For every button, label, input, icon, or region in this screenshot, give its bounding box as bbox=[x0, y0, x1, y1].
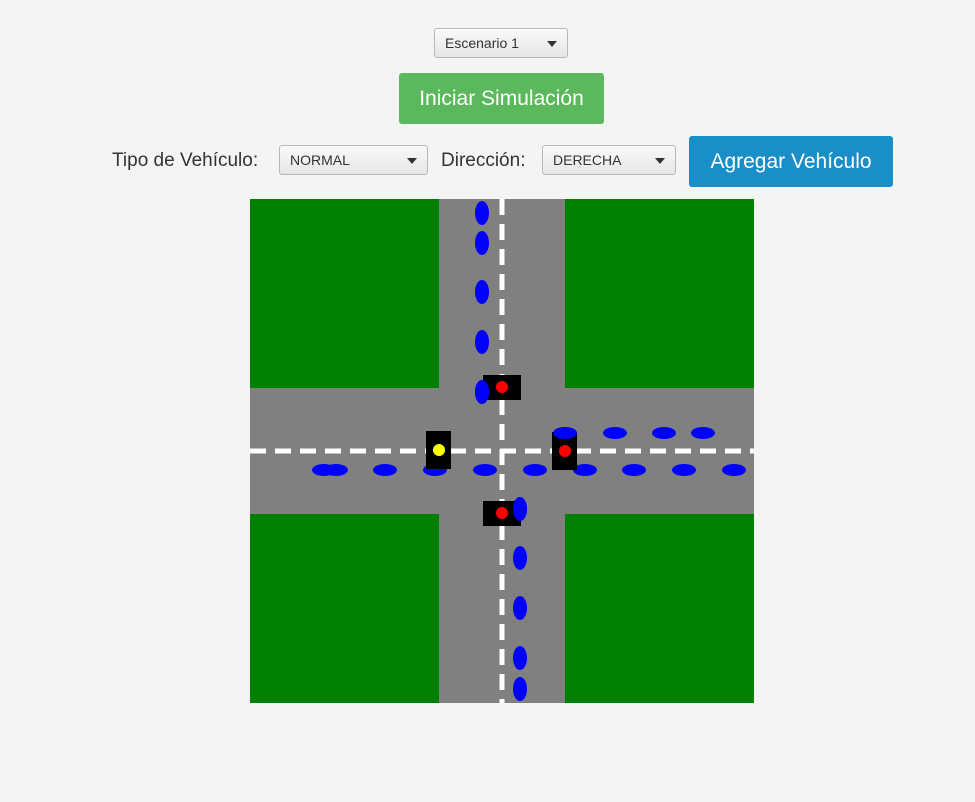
chevron-down-icon bbox=[547, 41, 557, 47]
vehicle-type-value: NORMAL bbox=[290, 152, 350, 168]
vehicle bbox=[691, 427, 715, 439]
direction-value: DERECHA bbox=[553, 152, 622, 168]
intersection-canvas bbox=[250, 199, 754, 703]
scenario-select-value: Escenario 1 bbox=[445, 35, 519, 51]
traffic-light-lamp bbox=[559, 445, 571, 457]
start-simulation-button[interactable]: Iniciar Simulación bbox=[399, 73, 604, 124]
traffic-light-west bbox=[426, 431, 451, 469]
vehicle bbox=[513, 546, 527, 570]
chevron-down-icon bbox=[655, 158, 665, 164]
scenario-select[interactable]: Escenario 1 bbox=[434, 28, 568, 58]
vehicle bbox=[475, 280, 489, 304]
vehicle bbox=[475, 231, 489, 255]
chevron-down-icon bbox=[407, 158, 417, 164]
vehicle bbox=[603, 427, 627, 439]
add-vehicle-button[interactable]: Agregar Vehículo bbox=[689, 136, 893, 187]
vehicle bbox=[622, 464, 646, 476]
traffic-light-lamp bbox=[496, 381, 508, 393]
traffic-light-lamp bbox=[496, 507, 508, 519]
vehicle-type-label: Tipo de Vehículo: bbox=[112, 150, 259, 171]
direction-label: Dirección: bbox=[441, 150, 526, 171]
vehicle bbox=[475, 330, 489, 354]
vehicle bbox=[513, 677, 527, 701]
vehicle bbox=[672, 464, 696, 476]
vehicle bbox=[513, 497, 527, 521]
vehicle bbox=[652, 427, 676, 439]
direction-select[interactable]: DERECHA bbox=[542, 145, 676, 175]
vehicle bbox=[473, 464, 497, 476]
vehicle bbox=[722, 464, 746, 476]
vehicle bbox=[513, 596, 527, 620]
traffic-light-north bbox=[483, 375, 521, 400]
vehicle bbox=[553, 427, 577, 439]
vehicle bbox=[475, 380, 489, 404]
traffic-light-lamp bbox=[433, 444, 445, 456]
vehicle bbox=[475, 201, 489, 225]
vehicle bbox=[324, 464, 348, 476]
vehicle-type-select[interactable]: NORMAL bbox=[279, 145, 428, 175]
vehicle bbox=[373, 464, 397, 476]
vehicle bbox=[513, 646, 527, 670]
vehicle bbox=[523, 464, 547, 476]
